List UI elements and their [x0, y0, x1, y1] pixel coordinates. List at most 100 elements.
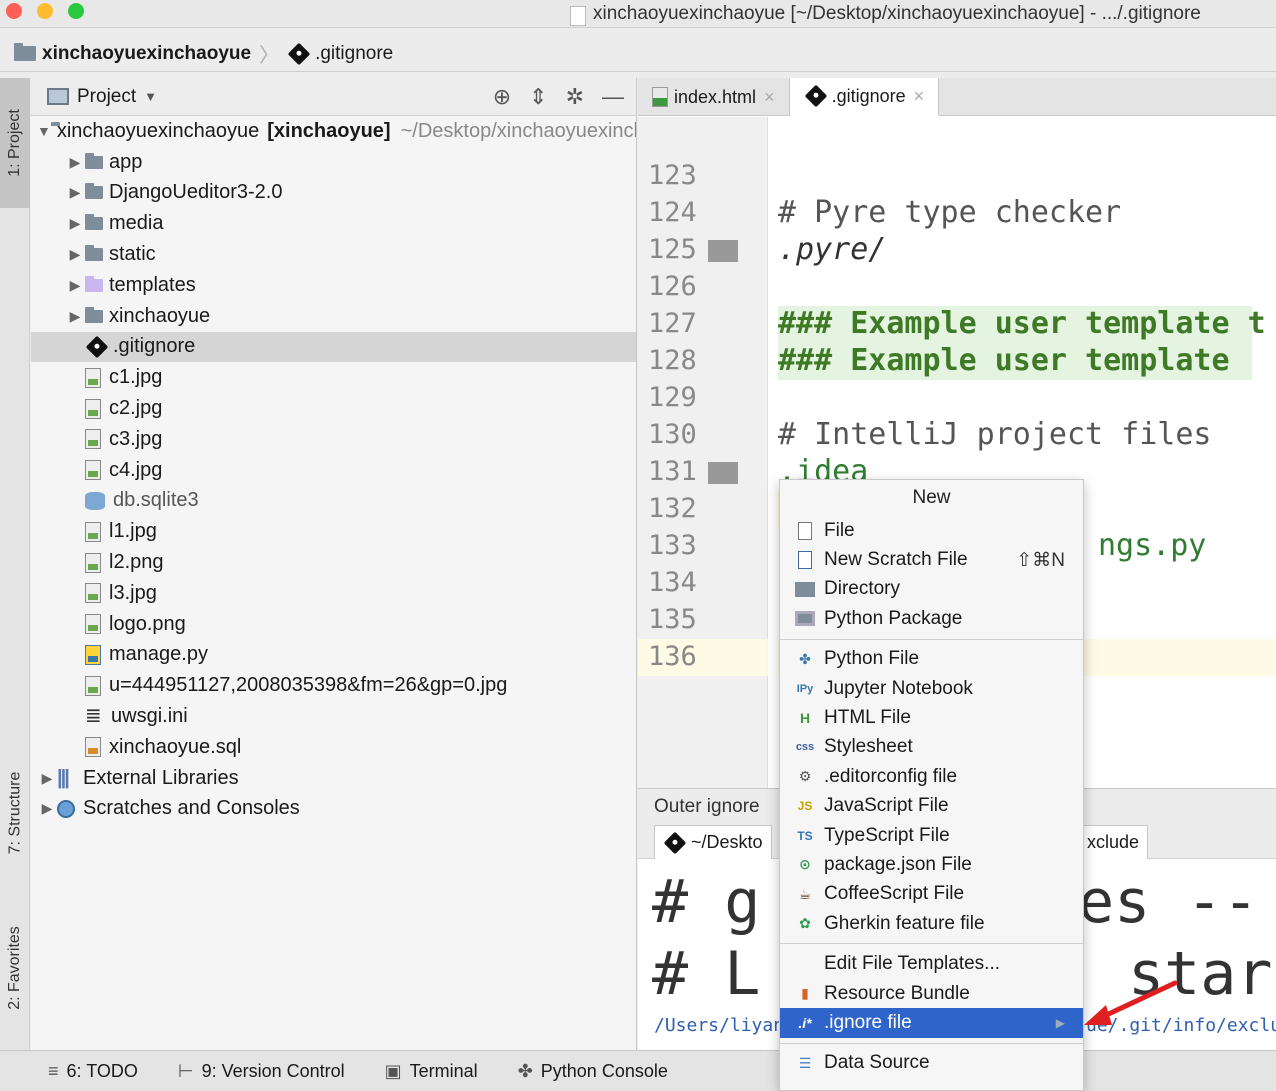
tab-gitignore[interactable]: .gitignore ×	[789, 78, 940, 116]
menu-item[interactable]: css Stylesheet	[780, 733, 1083, 762]
fold-marker-icon[interactable]	[708, 240, 738, 262]
tab-label: .gitignore	[831, 85, 906, 106]
breadcrumb-file[interactable]: .gitignore	[315, 43, 393, 65]
expand-arrow-icon[interactable]: ▶	[65, 246, 85, 263]
tree-item[interactable]: ▶ media	[31, 208, 636, 239]
zoom-window-button[interactable]	[68, 3, 84, 19]
menu-item[interactable]: ☕ CoffeeScript File	[780, 880, 1083, 909]
close-icon[interactable]: ×	[764, 87, 775, 108]
tool-tab-structure[interactable]: 7: Structure	[0, 748, 30, 878]
tree-item[interactable]: ▶ xinchaoyue	[31, 301, 636, 332]
tree-item[interactable]: c4.jpg	[31, 455, 636, 486]
tree-item-label: External Libraries	[83, 766, 239, 789]
menu-item[interactable]: File	[780, 516, 1083, 545]
code-line: .pyre/	[778, 232, 887, 267]
line-number: 127	[648, 308, 697, 339]
gear-icon[interactable]: ✲	[566, 84, 584, 110]
tool-tab-favorites[interactable]: 2: Favorites	[0, 908, 30, 1028]
menu-item-label: TypeScript File	[824, 824, 950, 846]
tree-item[interactable]: db.sqlite3	[31, 486, 636, 517]
menu-item[interactable]: ▮ Resource Bundle	[780, 979, 1083, 1008]
tree-item[interactable]: c3.jpg	[31, 424, 636, 455]
code-line: ### Example user template	[778, 343, 1230, 378]
tree-item[interactable]: ▼ xinchaoyuexinchaoyue [xinchaoyue] ~/Deskt…	[31, 116, 636, 147]
project-view-selector[interactable]: Project	[77, 86, 136, 108]
menu-item-label: Python Package	[824, 607, 963, 629]
menu-item[interactable]: ⚙ .editorconfig file	[780, 762, 1083, 791]
menu-item[interactable]: Edit File Templates...	[780, 949, 1083, 978]
image-file-icon	[85, 614, 101, 635]
python-package-icon	[794, 611, 816, 627]
expand-arrow-icon[interactable]: ▶	[65, 184, 85, 201]
html-icon	[652, 87, 668, 107]
tree-item[interactable]: .gitignore	[31, 331, 636, 363]
menu-item[interactable]: .i* .ignore file ▶	[780, 1008, 1083, 1038]
locate-icon[interactable]: ⊕	[493, 84, 511, 110]
image-file-icon	[85, 521, 101, 542]
menu-item[interactable]: ⊙ package.json File	[780, 850, 1083, 879]
tree-item[interactable]: c2.jpg	[31, 393, 636, 424]
tree-item[interactable]: uwsgi.ini	[31, 701, 636, 732]
menu-item[interactable]: New Scratch File ⇧⌘N	[780, 545, 1083, 574]
terminal-tool-button[interactable]: ▣ Terminal	[385, 1061, 478, 1082]
tree-item[interactable]: l3.jpg	[31, 578, 636, 609]
menu-item[interactable]: Python Package	[780, 604, 1083, 633]
line-number: 135	[648, 604, 697, 635]
menu-item[interactable]: ✤ Python File	[780, 645, 1083, 674]
tree-item[interactable]: ▶ Scratches and Consoles	[31, 794, 636, 825]
collapse-all-icon[interactable]: ⇕	[529, 84, 547, 110]
expand-arrow-icon[interactable]: ▶	[65, 154, 85, 171]
breadcrumb-project[interactable]: xinchaoyuexinchaoyue	[42, 43, 251, 65]
tab-index-html[interactable]: index.html ×	[638, 78, 790, 116]
todo-tool-button[interactable]: ≡ 6: TODO	[48, 1061, 138, 1082]
tree-item[interactable]: ▶ app	[31, 147, 636, 178]
python-console-tool-button[interactable]: ✤ Python Console	[518, 1061, 668, 1082]
menu-item[interactable]: IPy Jupyter Notebook	[780, 674, 1083, 703]
tree-item[interactable]: manage.py	[31, 640, 636, 671]
menu-item[interactable]: H HTML File	[780, 703, 1083, 732]
hide-panel-icon[interactable]: —	[602, 84, 624, 110]
expand-arrow-icon[interactable]: ▶	[65, 308, 85, 325]
tree-item[interactable]: ▶ static	[31, 239, 636, 270]
line-number: 128	[648, 345, 697, 376]
line-number: 131	[648, 456, 697, 487]
line-number: 132	[648, 493, 697, 524]
expand-arrow-icon[interactable]: ▶	[37, 770, 57, 787]
outer-tab-global[interactable]: ~/Deskto	[654, 825, 772, 859]
tree-item-label: xinchaoyue	[109, 304, 211, 327]
tree-item[interactable]: xinchaoyue.sql	[31, 732, 636, 763]
expand-arrow-icon[interactable]: ▶	[65, 277, 85, 294]
menu-item[interactable]: ☰ Data Source	[780, 1049, 1083, 1078]
document-icon	[570, 6, 586, 26]
tree-item-label: uwsgi.ini	[111, 705, 188, 728]
tree-item[interactable]: u=444951127,2008035398&fm=26&gp=0.jpg	[31, 670, 636, 701]
left-tool-strip: 1: Project 7: Structure 2: Favorites	[0, 78, 30, 1050]
chevron-down-icon[interactable]: ▼	[144, 89, 157, 104]
expand-arrow-icon[interactable]: ▼	[37, 123, 51, 139]
tool-tab-project[interactable]: 1: Project	[0, 78, 30, 208]
menu-item-label: CoffeeScript File	[824, 883, 965, 905]
menu-item[interactable]: ✿ Gherkin feature file	[780, 909, 1083, 938]
close-window-button[interactable]	[6, 3, 22, 19]
tree-item[interactable]: ▶ DjangoUeditor3-2.0	[31, 178, 636, 209]
tree-item[interactable]: c1.jpg	[31, 362, 636, 393]
expand-arrow-icon[interactable]: ▶	[37, 800, 57, 817]
version-control-tool-button[interactable]: ⊢ 9: Version Control	[178, 1061, 345, 1082]
line-number: 129	[648, 382, 697, 413]
outer-tab-exclude[interactable]: xclude	[1078, 825, 1149, 859]
menu-item[interactable]: JS JavaScript File	[780, 792, 1083, 821]
python-file-icon: ✤	[799, 650, 811, 667]
menu-item-label: Data Source	[824, 1052, 930, 1074]
menu-item[interactable]: TS TypeScript File	[780, 821, 1083, 850]
minimize-window-button[interactable]	[37, 3, 53, 19]
close-icon[interactable]: ×	[914, 86, 925, 107]
tree-item[interactable]: logo.png	[31, 609, 636, 640]
tree-item[interactable]: ▶ templates	[31, 270, 636, 301]
tree-item[interactable]: ▶ ||| External Libraries	[31, 763, 636, 794]
fold-marker-icon[interactable]	[708, 462, 738, 484]
tree-item[interactable]: l1.jpg	[31, 516, 636, 547]
menu-item[interactable]: Directory	[780, 575, 1083, 604]
expand-arrow-icon[interactable]: ▶	[65, 215, 85, 232]
tree-item[interactable]: l2.png	[31, 547, 636, 578]
jupyter-icon: IPy	[796, 682, 814, 695]
